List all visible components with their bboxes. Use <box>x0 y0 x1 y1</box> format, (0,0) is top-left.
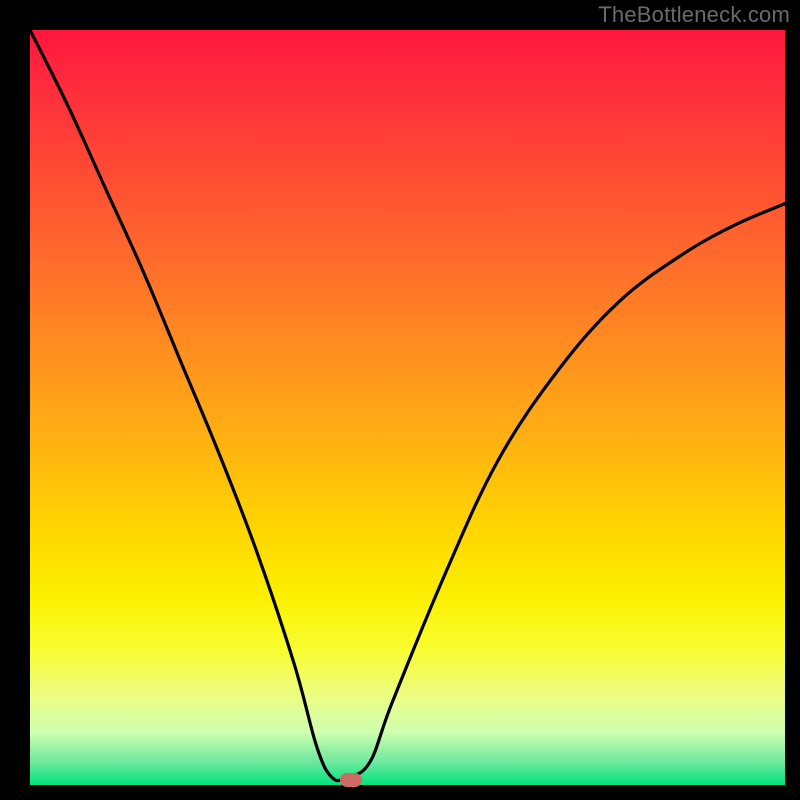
watermark-text: TheBottleneck.com <box>598 2 790 28</box>
bottleneck-marker <box>340 773 362 787</box>
chart-container: TheBottleneck.com <box>0 0 800 800</box>
bottleneck-curve <box>30 30 785 781</box>
chart-plot-area <box>30 30 785 785</box>
bottleneck-curve-svg <box>30 30 785 785</box>
